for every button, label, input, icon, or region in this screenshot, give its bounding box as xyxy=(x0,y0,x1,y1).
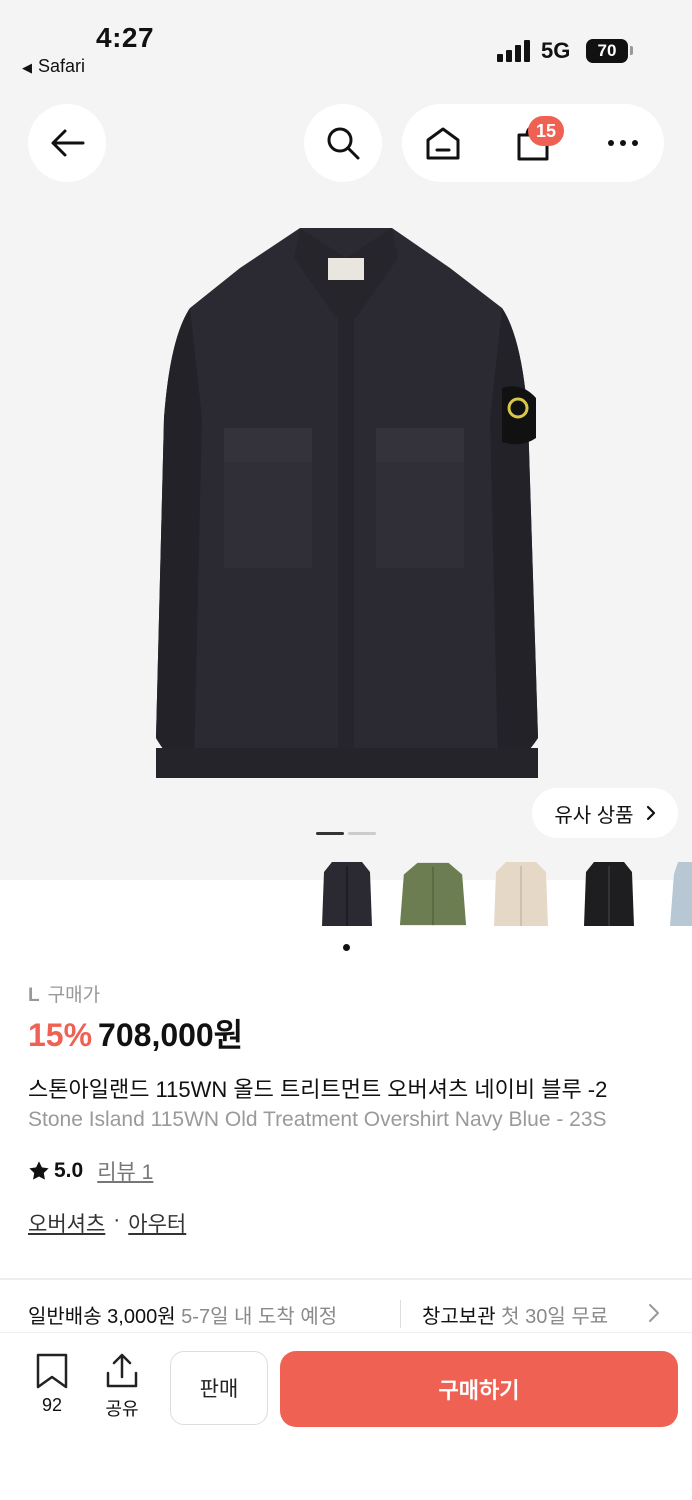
review-link[interactable]: 리뷰 1 xyxy=(97,1156,153,1186)
product-gallery: 유사 상품 xyxy=(0,90,692,880)
rating: 5.0 리뷰 1 xyxy=(28,1156,153,1186)
size-value: L xyxy=(28,985,40,1006)
thumbnail-selected-dot xyxy=(343,944,350,951)
status-time: 4:27 xyxy=(96,22,155,53)
price-type: 구매가 xyxy=(47,985,101,1006)
product-image[interactable] xyxy=(150,218,542,790)
shipping-storage[interactable]: 창고보관 첫 30일 무료 xyxy=(422,1300,608,1329)
price-line: 15% 708,000원 xyxy=(28,1010,243,1056)
gallery-indicator-active xyxy=(316,832,344,835)
share-label: 공유 xyxy=(105,1399,139,1419)
home-icon xyxy=(426,127,460,160)
gallery-indicator xyxy=(348,832,376,835)
bottom-action-bar: 92 공유 판매 구매하기 xyxy=(0,1332,692,1500)
chevron-right-icon xyxy=(649,1304,659,1322)
more-icon xyxy=(608,140,638,146)
back-app-label: Safari xyxy=(38,56,86,76)
shipping-chevron-icon[interactable] xyxy=(648,1302,660,1330)
product-title-ko: 스톤아일랜드 115WN 올드 트리트먼트 오버셔츠 네이비 블루 -2 xyxy=(28,1077,608,1102)
home-button[interactable] xyxy=(404,104,482,182)
thumbnail-lightblue[interactable] xyxy=(658,852,692,936)
back-triangle-icon: ◀ xyxy=(22,60,32,75)
similar-products-label: 유사 상품 xyxy=(554,804,634,827)
storage-label: 창고보관 xyxy=(422,1306,496,1328)
star-icon xyxy=(29,1161,49,1180)
color-thumbnails xyxy=(300,852,692,942)
shipping-separator xyxy=(400,1300,401,1328)
battery-icon: 70 xyxy=(586,39,628,63)
divider xyxy=(0,1278,692,1280)
search-button[interactable] xyxy=(304,104,382,182)
bookmark-button[interactable]: 92 xyxy=(22,1353,82,1416)
buy-button[interactable]: 구매하기 xyxy=(280,1351,678,1427)
sell-button[interactable]: 판매 xyxy=(170,1351,268,1425)
category-links: 오버셔츠 · 아우터 xyxy=(28,1208,186,1238)
status-bar: 4:27 ◀ Safari 5G 70 xyxy=(0,0,692,90)
share-icon xyxy=(106,1353,138,1388)
shipping-eta: 5-7일 내 도착 예정 xyxy=(181,1306,338,1328)
battery-tip xyxy=(630,46,633,55)
storage-offer: 첫 30일 무료 xyxy=(501,1306,609,1328)
chevron-right-icon xyxy=(646,805,655,821)
back-button[interactable] xyxy=(28,104,106,182)
more-button[interactable] xyxy=(584,104,662,182)
signal-icon xyxy=(497,40,533,62)
bookmark-icon xyxy=(36,1353,68,1389)
arrow-left-icon xyxy=(51,129,85,157)
size-line: L 구매가 xyxy=(28,980,100,1007)
category-outer[interactable]: 아우터 xyxy=(128,1208,186,1238)
thumbnail-beige[interactable] xyxy=(486,852,556,936)
category-separator: · xyxy=(113,1208,121,1231)
thumbnail-navy[interactable] xyxy=(312,852,382,936)
shipping-standard-label: 일반배송 3,000원 xyxy=(28,1306,176,1328)
thumbnail-black[interactable] xyxy=(574,852,644,936)
network-type: 5G xyxy=(541,38,571,63)
similar-products-button[interactable]: 유사 상품 xyxy=(532,788,678,838)
thumbnail-green[interactable] xyxy=(398,852,468,936)
share-button[interactable]: 공유 xyxy=(92,1353,152,1421)
cart-count-badge: 15 xyxy=(528,116,564,146)
rating-score: 5.0 xyxy=(54,1159,84,1182)
category-overshirt[interactable]: 오버셔츠 xyxy=(28,1208,105,1238)
price: 708,000원 xyxy=(98,1017,244,1053)
bookmark-count: 92 xyxy=(41,1395,63,1415)
search-icon xyxy=(327,127,360,160)
back-to-safari[interactable]: ◀ Safari xyxy=(22,56,85,77)
product-title-en: Stone Island 115WN Old Treatment Overshi… xyxy=(28,1108,607,1131)
discount-rate: 15% xyxy=(28,1017,93,1053)
